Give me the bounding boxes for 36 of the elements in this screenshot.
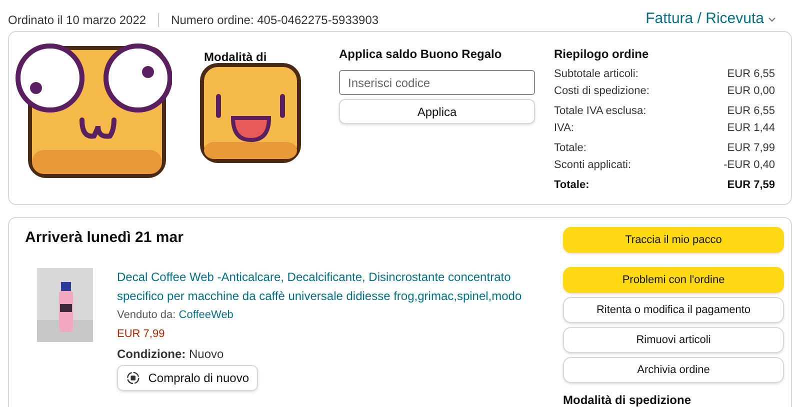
summary-label: Subtotale articoli: — [554, 67, 638, 82]
summary-value: EUR 6,55 — [727, 104, 775, 119]
shipping-method-heading: Modalità di spedizione — [563, 392, 692, 407]
order-summary-heading: Riepilogo ordine — [554, 46, 650, 63]
sold-by-label: Venduto da: — [117, 308, 176, 320]
invoice-link[interactable]: Fattura / Ricevuta — [646, 8, 776, 31]
summary-label: Totale: — [554, 178, 590, 193]
summary-label: Costi di spedizione: — [554, 84, 650, 98]
seller-link[interactable]: CoffeeWeb — [178, 308, 234, 320]
delivery-heading: Arriverà lunedì 21 mar — [25, 228, 184, 248]
summary-label: Totale: — [554, 141, 586, 156]
product-title-link[interactable]: Decal Coffee Web -Anticalcare, Decalcificante, Disincrostante concentrato specifico per macchine da caffè universale didiesse frog,grimac,spinel,modo — [117, 268, 532, 306]
order-action-button[interactable]: Traccia il mio pacco — [563, 227, 784, 253]
order-number: Numero ordine: 405-0462275-5933903 — [171, 12, 379, 28]
summary-label: Totale IVA esclusa: — [554, 104, 646, 119]
shipping-heading: Modalità di — [204, 50, 267, 64]
summary-value: EUR 1,44 — [727, 120, 775, 136]
gift-code-field[interactable]: Inserisci codice — [339, 70, 535, 95]
summary-value: -EUR 0,40 — [724, 158, 775, 172]
apply-button[interactable]: Applica — [339, 99, 535, 124]
summary-value: EUR 7,59 — [727, 178, 775, 193]
summary-label: Sconti applicati: — [554, 158, 632, 172]
summary-value: EUR 6,55 — [727, 67, 775, 82]
buy-again-button[interactable]: Compralo di nuovo — [117, 364, 258, 390]
order-action-button[interactable]: Ritenta o modifica il pagamento — [563, 297, 784, 323]
order-date: Ordinato il 10 marzo 2022 — [8, 12, 146, 28]
summary-value: EUR 0,00 — [727, 84, 775, 98]
item-price: EUR 7,99 — [117, 327, 166, 342]
order-action-button[interactable]: Problemi con l'ordine — [563, 267, 784, 293]
summary-value: EUR 7,99 — [727, 141, 775, 156]
order-action-button[interactable]: Archivia ordine — [563, 357, 784, 383]
condition-label: Condizione: — [117, 346, 186, 360]
condition-value: Nuovo — [189, 346, 224, 360]
gift-card-heading: Applica saldo Buono Regalo — [339, 46, 503, 63]
order-action-button[interactable]: Rimuovi articoli — [563, 327, 784, 353]
summary-label: IVA: — [554, 120, 574, 136]
